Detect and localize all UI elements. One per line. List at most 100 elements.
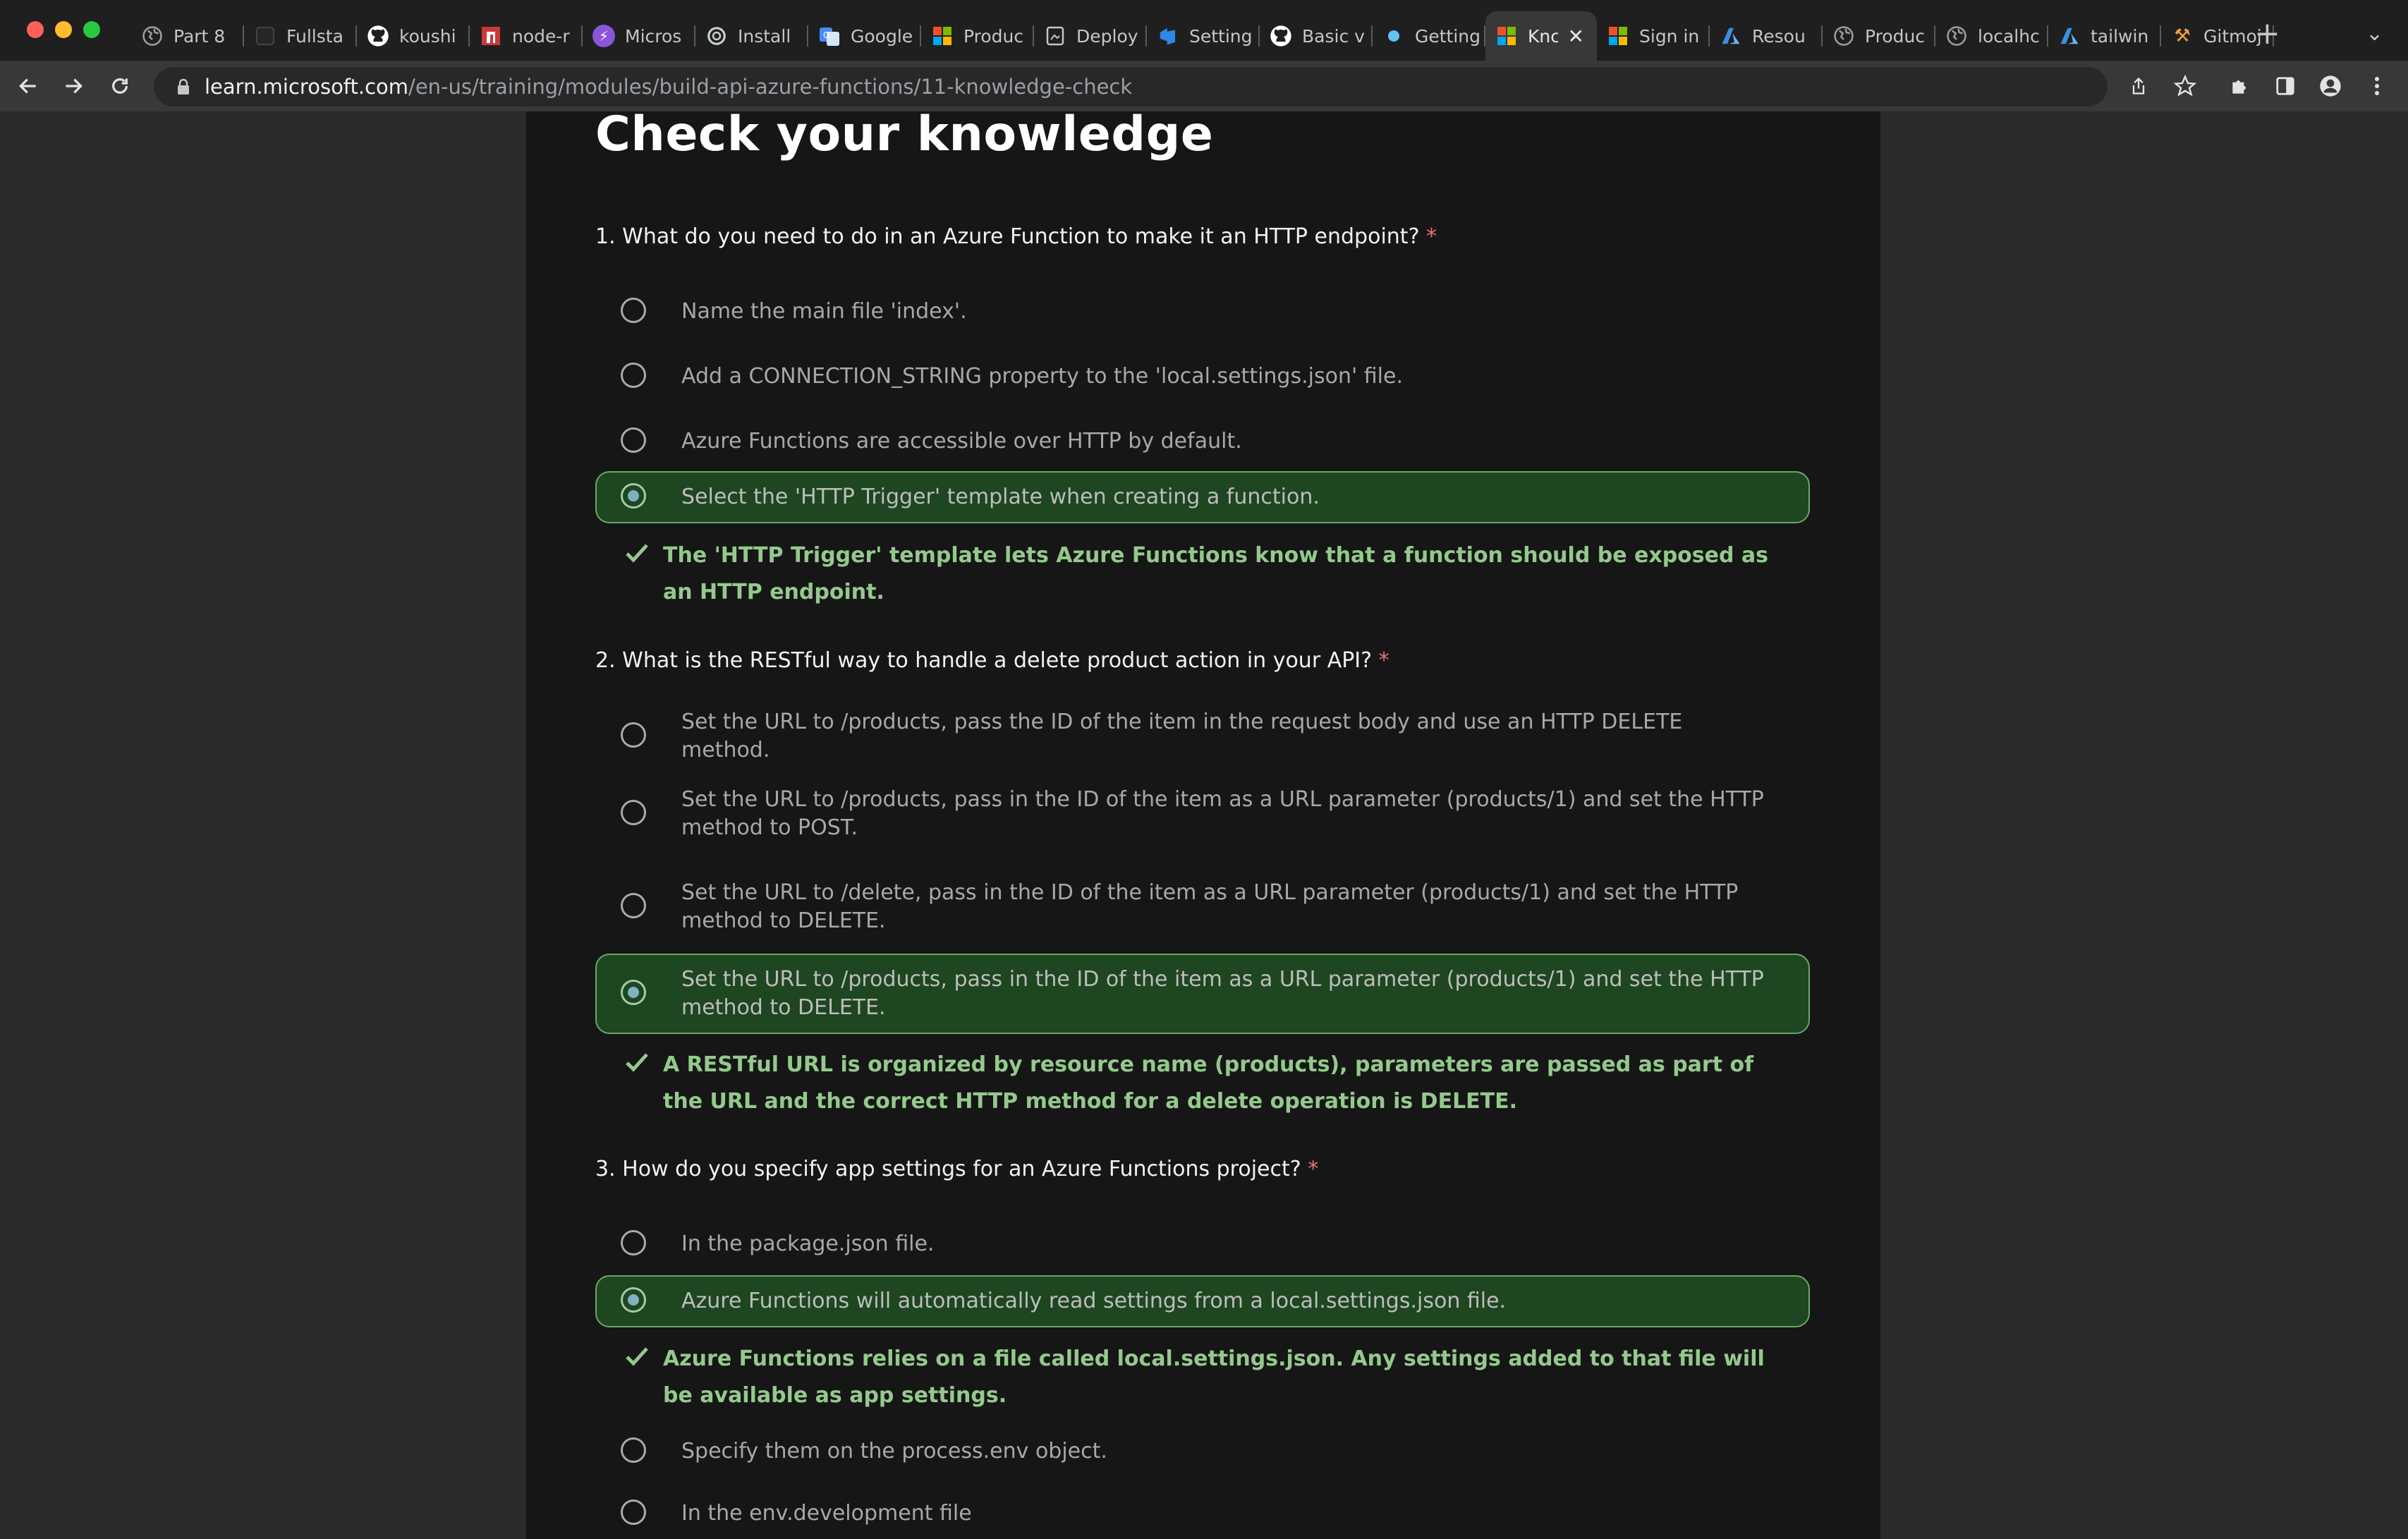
answer-option[interactable]: Add a CONNECTION_STRING property to the … — [595, 351, 1810, 402]
tab-label: Produc — [963, 25, 1024, 47]
option-label: Add a CONNECTION_STRING property to the … — [681, 364, 1403, 389]
option-label: Set the URL to /products, pass in the ID… — [681, 787, 1764, 840]
correct-feedback: Azure Functions relies on a file called … — [626, 1341, 1792, 1414]
feedback-text: The 'HTTP Trigger' template lets Azure F… — [663, 543, 1769, 604]
browser-tab-active[interactable]: Knc ✕ — [1485, 11, 1597, 61]
share-icon[interactable] — [2122, 69, 2155, 103]
tab-label: Getting — [1415, 25, 1481, 47]
answer-option-correct[interactable]: Set the URL to /products, pass in the ID… — [595, 954, 1810, 1034]
radio-button[interactable] — [621, 1500, 646, 1525]
tab-label: Sign in — [1639, 25, 1700, 47]
browser-tab[interactable]: koushi — [357, 11, 470, 61]
document-icon — [1044, 25, 1066, 47]
answer-option[interactable]: Set the URL to /products, pass in the ID… — [595, 774, 1810, 853]
answer-option-correct[interactable]: Azure Functions will automatically read … — [595, 1275, 1810, 1327]
browser-tab-strip: Part 8 Fullsta koushi node-r ⚡ Micros Ins… — [0, 0, 2408, 61]
browser-tab[interactable]: Basic v — [1260, 11, 1373, 61]
answer-option[interactable]: In the env.development file — [595, 1491, 1810, 1536]
devops-icon — [1157, 25, 1179, 47]
correct-feedback: The 'HTTP Trigger' template lets Azure F… — [626, 537, 1792, 611]
lock-icon[interactable] — [169, 78, 197, 95]
answer-option[interactable]: Azure Functions are accessible over HTTP… — [595, 416, 1810, 467]
azure-icon — [2058, 25, 2081, 47]
back-button[interactable] — [11, 69, 45, 103]
answer-option[interactable]: Set the URL to /delete, pass in the ID o… — [595, 868, 1810, 947]
reload-button[interactable] — [103, 69, 137, 103]
tab-label: Deploy — [1076, 25, 1138, 47]
required-mark: * — [1426, 224, 1437, 249]
forward-button[interactable] — [56, 69, 90, 103]
radio-button[interactable] — [621, 1230, 646, 1255]
github-icon — [1270, 25, 1292, 47]
browser-tab[interactable]: localhc — [1935, 11, 2048, 61]
correct-feedback: A RESTful URL is organized by resource n… — [626, 1047, 1792, 1120]
answer-option[interactable]: Specify them on the process.env object. — [595, 1426, 1810, 1477]
window-minimize-button[interactable] — [55, 21, 72, 38]
openai-icon — [705, 25, 728, 47]
tab-label: Resou — [1752, 25, 1806, 47]
option-label: In the env.development file — [681, 1501, 972, 1526]
browser-tab[interactable]: Deploy — [1034, 11, 1147, 61]
option-label: Set the URL to /delete, pass in the ID o… — [681, 880, 1739, 933]
browser-tab[interactable]: Fullsta — [244, 11, 357, 61]
radio-button[interactable] — [621, 298, 646, 323]
radio-button[interactable] — [621, 800, 646, 825]
radio-button-selected[interactable] — [621, 483, 646, 509]
option-label: Set the URL to /products, pass in the ID… — [681, 967, 1764, 1020]
url-text[interactable]: learn.microsoft.com/en-us/training/modul… — [205, 75, 1132, 99]
browser-tab[interactable]: Sign in — [1597, 11, 1710, 61]
profile-avatar-icon[interactable] — [2313, 69, 2347, 103]
window-maximize-button[interactable] — [83, 21, 100, 38]
radio-button-selected[interactable] — [621, 1287, 646, 1313]
option-label: Name the main file 'index'. — [681, 299, 967, 324]
browser-tab[interactable]: Install — [695, 11, 808, 61]
more-menu-icon[interactable] — [2360, 69, 2394, 103]
new-tab-button[interactable]: + — [2254, 17, 2280, 51]
browser-tab[interactable]: G Google — [808, 11, 921, 61]
radio-button[interactable] — [621, 722, 646, 748]
answer-option[interactable]: Set the URL to /products, pass the ID of… — [595, 710, 1810, 762]
question-text: 3. How do you specify app settings for a… — [595, 1157, 1301, 1181]
tab-label: Produc — [1865, 25, 1926, 47]
feedback-text: Azure Functions relies on a file called … — [663, 1346, 1765, 1408]
browser-tab[interactable]: Setting — [1147, 11, 1260, 61]
extensions-puzzle-icon[interactable] — [2223, 69, 2257, 103]
radio-button[interactable] — [621, 427, 646, 453]
address-bar[interactable]: learn.microsoft.com/en-us/training/modul… — [154, 67, 2108, 107]
option-label: In the package.json file. — [681, 1231, 935, 1256]
tab-label: node-r — [512, 25, 570, 47]
close-tab-icon[interactable]: ✕ — [1568, 25, 1584, 48]
tab-label: Micros — [625, 25, 682, 47]
browser-tab[interactable]: tailwin — [2048, 11, 2161, 61]
question-title: 1. What do you need to do in an Azure Fu… — [595, 221, 1437, 253]
radio-button[interactable] — [621, 893, 646, 918]
tab-label: koushi — [399, 25, 456, 47]
browser-tab[interactable]: Resou — [1710, 11, 1823, 61]
tab-search-chevron-icon[interactable]: ⌄ — [2366, 21, 2383, 46]
globe-icon — [1945, 25, 1968, 47]
browser-tab[interactable]: Produc — [921, 11, 1034, 61]
browser-tab[interactable]: node-r — [470, 11, 583, 61]
radio-button[interactable] — [621, 1437, 646, 1463]
answer-option[interactable]: In the package.json file. — [595, 1219, 1810, 1270]
window-close-button[interactable] — [27, 21, 44, 38]
answer-option[interactable]: Name the main file 'index'. — [595, 286, 1810, 337]
circle-icon — [1382, 25, 1405, 47]
radio-button-selected[interactable] — [621, 980, 646, 1005]
browser-tab[interactable]: Getting — [1373, 11, 1485, 61]
npm-icon — [480, 25, 502, 47]
question-text: 1. What do you need to do in an Azure Fu… — [595, 224, 1420, 249]
option-label: Select the 'HTTP Trigger' template when … — [681, 485, 1320, 509]
side-panel-icon[interactable] — [2268, 69, 2302, 103]
github-icon — [367, 25, 389, 47]
bookmark-star-icon[interactable] — [2168, 69, 2202, 103]
browser-tab[interactable]: ⚡ Micros — [583, 11, 695, 61]
answer-option-correct[interactable]: Select the 'HTTP Trigger' template when … — [595, 471, 1810, 523]
radio-button[interactable] — [621, 363, 646, 388]
browser-tab[interactable]: Produc — [1823, 11, 1935, 61]
checkmark-icon — [625, 1048, 649, 1085]
question-title: 2. What is the RESTful way to handle a d… — [595, 645, 1390, 676]
browser-toolbar: learn.microsoft.com/en-us/training/modul… — [0, 61, 2408, 111]
browser-tab[interactable]: Part 8 — [131, 11, 244, 61]
tools-icon: ⚒ — [2174, 25, 2191, 47]
